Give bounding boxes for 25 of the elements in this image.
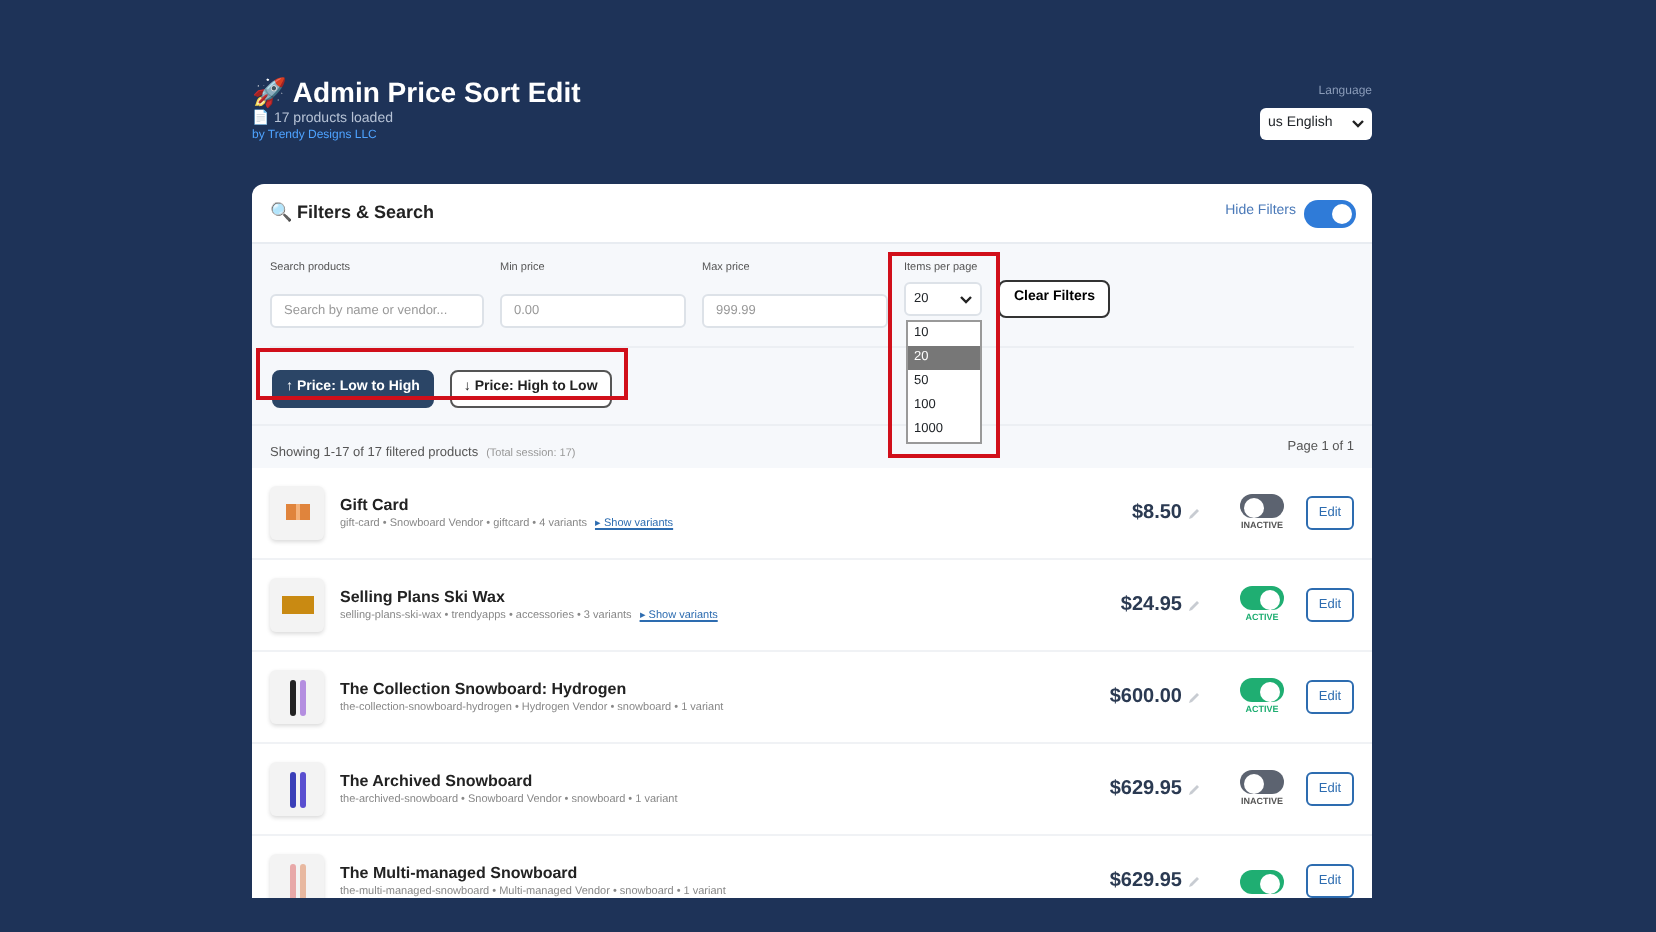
pencil-icon[interactable] [1188, 507, 1200, 519]
product-price: $24.95 [1120, 592, 1182, 620]
pencil-icon[interactable] [1188, 599, 1200, 611]
product-title[interactable]: The Collection Snowboard: Hydrogen [340, 678, 724, 700]
pencil-icon[interactable] [1188, 783, 1200, 795]
chevron-icon [960, 295, 972, 303]
product-price: $629.95 [1109, 868, 1182, 896]
product-title[interactable]: The Multi-managed Snowboard [340, 862, 726, 884]
product-title[interactable]: Gift Card [340, 494, 674, 516]
product-title[interactable]: Selling Plans Ski Wax [340, 586, 718, 608]
pencil-icon[interactable] [1188, 691, 1200, 703]
chevron-icon [1352, 120, 1364, 128]
toggle-switch[interactable] [1240, 869, 1284, 893]
toggle-switch[interactable] [1240, 494, 1284, 518]
toggle-switch[interactable] [1240, 586, 1284, 610]
toggle-switch[interactable] [1304, 199, 1356, 227]
product-price: $8.50 [1131, 500, 1182, 528]
filters-title: 🔍 Filters & Search [270, 199, 435, 226]
pencil-icon[interactable] [1188, 875, 1200, 887]
toggle-switch[interactable] [1240, 770, 1284, 794]
product-price: $600.00 [1109, 684, 1182, 712]
toggle-switch[interactable] [1240, 678, 1284, 702]
product-title[interactable]: The Archived Snowboard [340, 770, 678, 792]
product-price: $629.95 [1109, 776, 1182, 804]
page-title: 🚀 Admin Price Sort Edit [252, 76, 581, 109]
